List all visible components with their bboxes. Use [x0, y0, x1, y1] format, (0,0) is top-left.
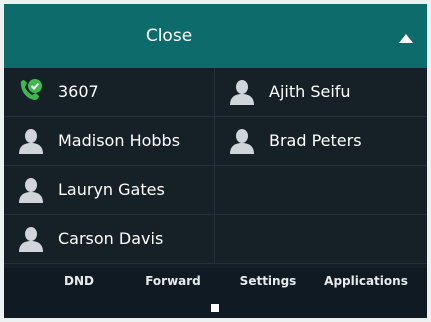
contact-label: Ajith Seifu: [269, 82, 351, 101]
triangle-up-icon[interactable]: [399, 34, 413, 43]
contact-row: Lauryn Gates: [4, 166, 427, 215]
contact-label: Carson Davis: [58, 229, 164, 248]
contact-row: 3607 Ajith Seifu: [4, 68, 427, 117]
header-bar[interactable]: Close: [4, 4, 427, 68]
contact-item-empty: [215, 166, 427, 214]
softkey-settings[interactable]: Settings: [228, 272, 308, 290]
softkey-dnd[interactable]: DND: [44, 272, 114, 290]
contact-label: Brad Peters: [269, 131, 362, 150]
contact-item-empty: [215, 215, 427, 263]
person-icon: [19, 227, 43, 252]
softkey-bar: DND Forward Settings Applications: [4, 272, 427, 290]
person-icon: [230, 129, 254, 154]
contact-item-madison-hobbs[interactable]: Madison Hobbs: [4, 117, 215, 165]
contact-row: Madison Hobbs Brad Peters: [4, 117, 427, 166]
contact-list: 3607 Ajith Seifu Madison Hobbs Brad Pete…: [4, 68, 427, 268]
contact-label: Madison Hobbs: [58, 131, 181, 150]
contact-label: 3607: [58, 82, 99, 101]
contact-row: Carson Davis: [4, 215, 427, 264]
phone-screen: Close 3607 Ajith Seifu Madison Hobbs Bra…: [4, 4, 427, 318]
phone-active-icon: [20, 79, 42, 100]
close-button[interactable]: Close: [4, 4, 334, 68]
person-icon: [19, 178, 43, 203]
contact-item-brad-peters[interactable]: Brad Peters: [215, 117, 427, 165]
person-icon: [19, 129, 43, 154]
page-indicator: [211, 304, 219, 312]
contact-item-3607[interactable]: 3607: [4, 68, 215, 116]
softkey-forward[interactable]: Forward: [128, 272, 218, 290]
contact-item-carson-davis[interactable]: Carson Davis: [4, 215, 215, 263]
softkey-applications[interactable]: Applications: [312, 272, 420, 290]
contact-item-lauryn-gates[interactable]: Lauryn Gates: [4, 166, 215, 214]
person-icon: [230, 80, 254, 105]
contact-label: Lauryn Gates: [58, 180, 165, 199]
contact-item-ajith-seifu[interactable]: Ajith Seifu: [215, 68, 427, 116]
